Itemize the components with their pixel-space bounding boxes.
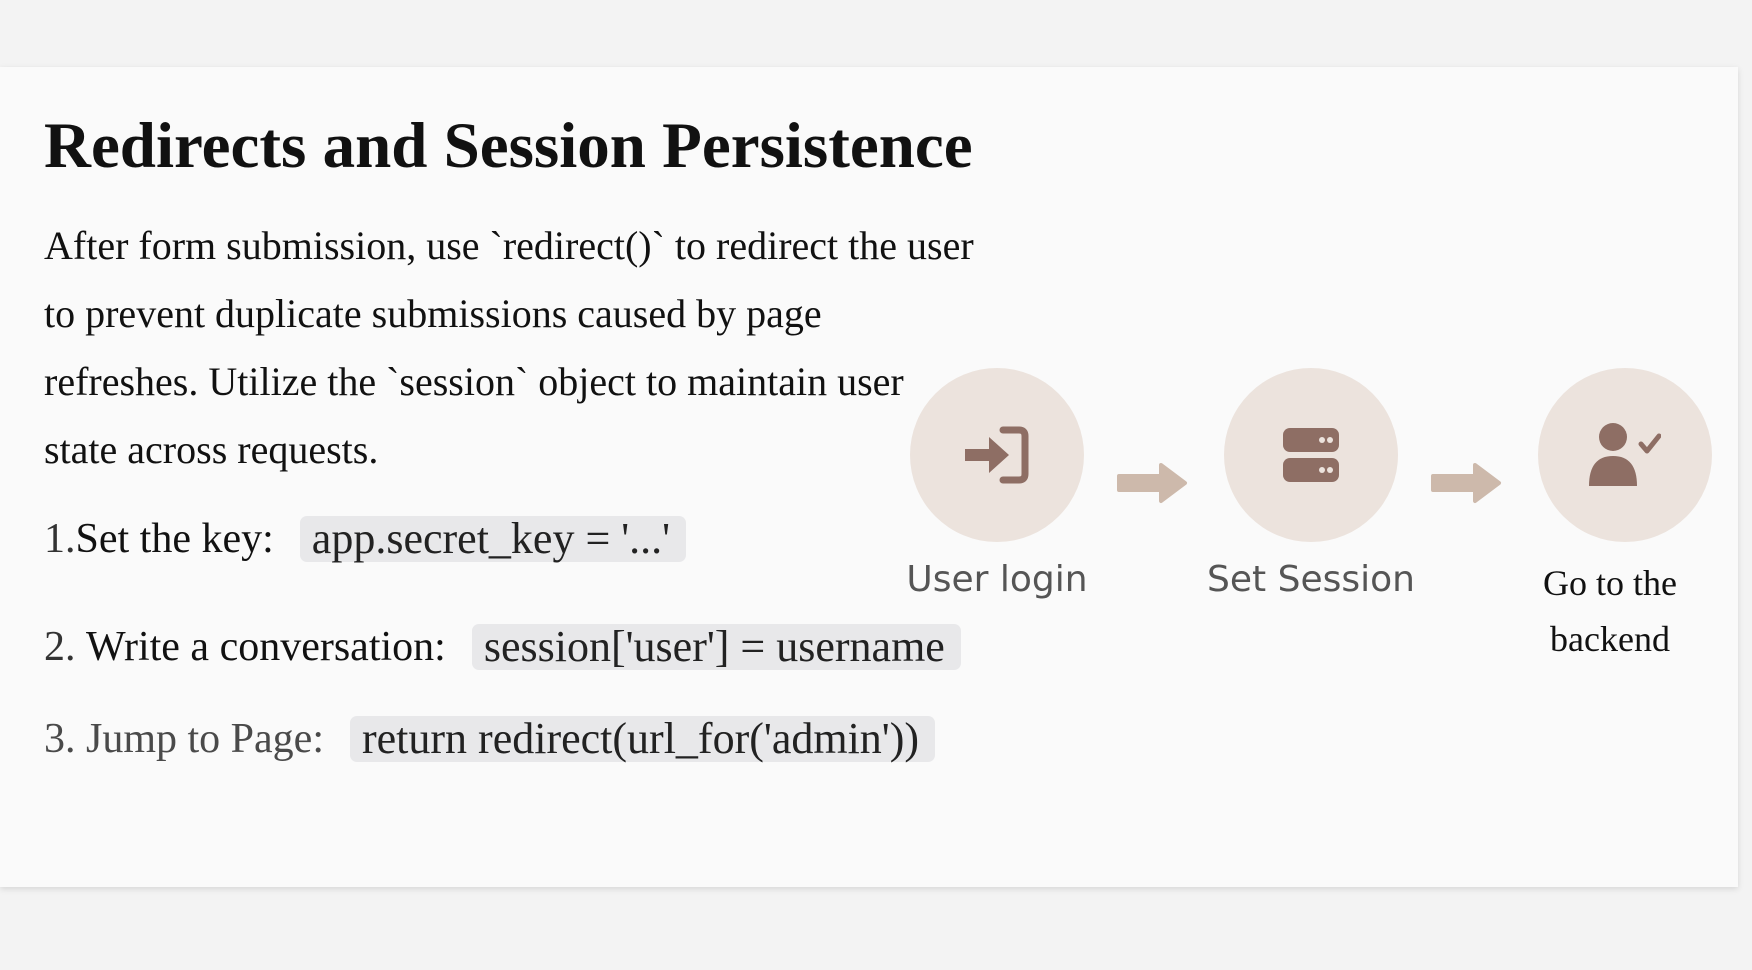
step-number: 1.: [44, 516, 76, 562]
server-icon: [1283, 428, 1339, 482]
user-check-icon: [1589, 423, 1661, 486]
arrow-right-icon: [1117, 463, 1187, 503]
flow-label-session: Set Session: [1207, 559, 1415, 600]
flow-node-backend: [1538, 368, 1712, 542]
step-label: Set the key:: [75, 516, 274, 562]
step-3: 3. Jump to Page: return redirect(url_for…: [44, 715, 936, 763]
arrow-right-icon: [1431, 463, 1501, 503]
login-icon: [965, 426, 1029, 484]
step-number: 2.: [44, 624, 76, 670]
flow-node-session: [1224, 368, 1398, 542]
slide: Redirects and Session Persistence After …: [0, 67, 1738, 887]
code-snippet: app.secret_key = '...': [299, 516, 687, 562]
step-number: 3.: [44, 716, 76, 762]
slide-description: After form submission, use `redirect()` …: [44, 223, 974, 472]
flow-label-backend: Go to the backend: [1543, 563, 1677, 659]
step-label: Write a conversation:: [86, 624, 446, 670]
step-label: Jump to Page:: [86, 716, 324, 762]
code-snippet: return redirect(url_for('admin')): [350, 716, 936, 762]
step-1: 1. Set the key: app.secret_key = '...': [44, 515, 687, 563]
flow-label-login: User login: [906, 559, 1088, 600]
step-2: 2. Write a conversation: session['user']…: [44, 623, 961, 671]
slide-title: Redirects and Session Persistence: [44, 110, 973, 182]
flow-node-login: [910, 368, 1084, 542]
code-snippet: session['user'] = username: [471, 624, 961, 670]
